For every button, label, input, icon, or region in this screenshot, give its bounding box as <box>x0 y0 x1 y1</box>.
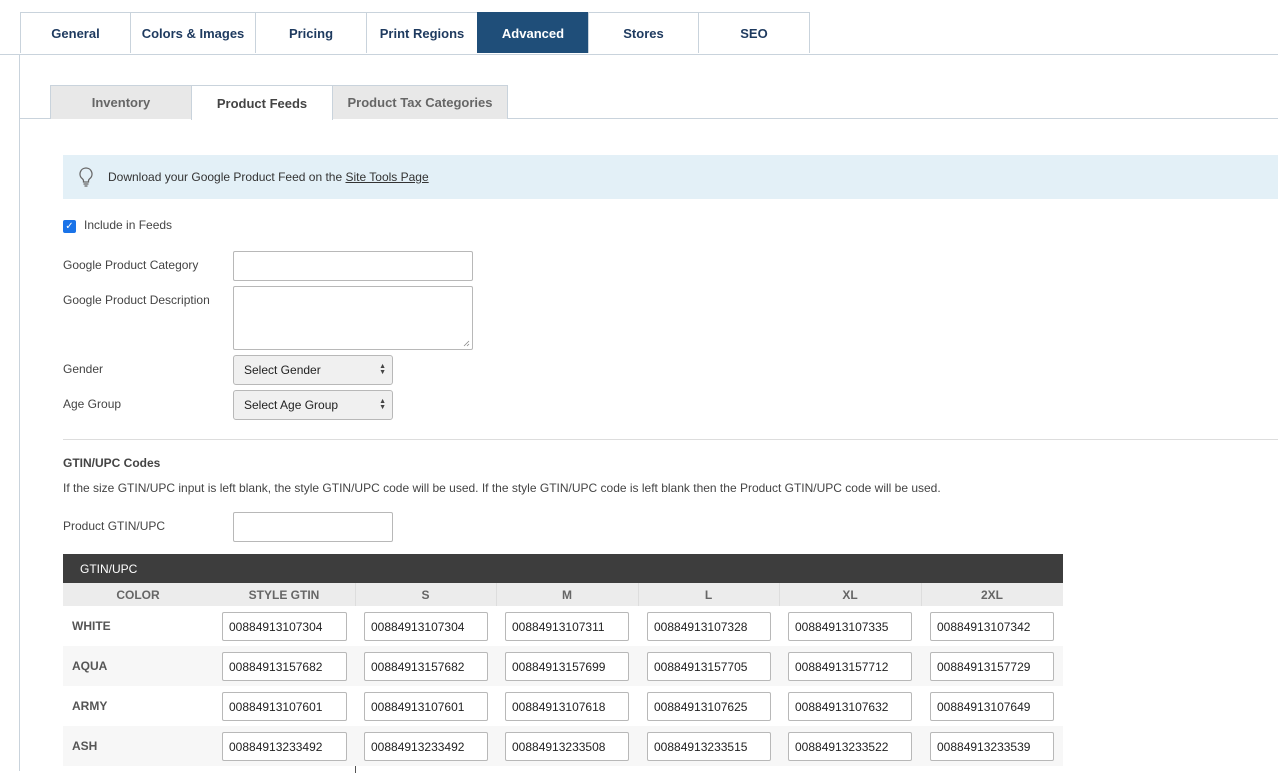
column-header: L <box>638 583 779 606</box>
tab-pricing[interactable]: Pricing <box>255 12 367 53</box>
size-gtin-input[interactable]: 00884913157712 <box>788 652 912 681</box>
column-divider <box>355 583 356 606</box>
column-divider <box>638 583 639 606</box>
row-color-name: ASH <box>72 739 98 753</box>
table-row: ARMY 00884913107601 00884913107601 00884913… <box>63 686 1063 726</box>
tab-print-regions[interactable]: Print Regions <box>366 12 478 53</box>
size-gtin-input[interactable]: 00884913107649 <box>930 692 1054 721</box>
include-in-feeds-label: Include in Feeds <box>84 218 173 232</box>
tab-colors-images[interactable]: Colors & Images <box>130 12 256 53</box>
select-arrows-icon: ▲ ▼ <box>379 363 386 376</box>
size-gtin-input[interactable]: 00884913233515 <box>647 732 771 761</box>
subtab-product-feeds[interactable]: Product Feeds <box>191 85 333 120</box>
gender-label: Gender <box>63 362 104 376</box>
style-gtin-input[interactable]: 00884913107304 <box>222 612 347 641</box>
section-divider <box>63 439 1278 440</box>
product-gtin-input[interactable] <box>233 512 393 542</box>
age-group-select-value: Select Age Group <box>244 398 339 412</box>
size-gtin-input[interactable]: 00884913157699 <box>505 652 629 681</box>
column-header: M <box>496 583 638 606</box>
row-color-name: AQUA <box>72 659 108 673</box>
subtab-product-tax-categories[interactable]: Product Tax Categories <box>332 85 508 119</box>
include-in-feeds-checkbox[interactable]: ✓ <box>63 220 76 233</box>
select-arrows-icon: ▲ ▼ <box>379 398 386 411</box>
size-gtin-input[interactable]: 00884913107342 <box>930 612 1054 641</box>
style-gtin-input[interactable]: 00884913157682 <box>222 652 347 681</box>
site-tools-link[interactable]: Site Tools Page <box>345 170 428 184</box>
size-gtin-input[interactable]: 00884913157682 <box>364 652 488 681</box>
gender-select[interactable]: Select Gender ▲ ▼ <box>233 355 393 385</box>
size-gtin-input[interactable]: 00884913233522 <box>788 732 912 761</box>
row-color-name: WHITE <box>72 619 111 633</box>
size-gtin-input[interactable]: 00884913157729 <box>930 652 1054 681</box>
age-group-select[interactable]: Select Age Group ▲ ▼ <box>233 390 393 420</box>
size-gtin-input[interactable]: 00884913107618 <box>505 692 629 721</box>
size-gtin-input[interactable]: 00884913107632 <box>788 692 912 721</box>
google-product-description-label: Google Product Description <box>63 293 210 307</box>
row-color-name: ARMY <box>72 699 108 713</box>
column-header: STYLE GTIN <box>213 583 355 606</box>
style-gtin-input[interactable]: 00884913233492 <box>222 732 347 761</box>
lightbulb-icon <box>77 166 95 188</box>
size-gtin-input[interactable]: 00884913107311 <box>505 612 629 641</box>
size-gtin-input[interactable]: 00884913157705 <box>647 652 771 681</box>
table-row: ASH 00884913233492 00884913233492 008849132… <box>63 726 1063 766</box>
column-header: COLOR <box>63 583 213 606</box>
tab-stores[interactable]: Stores <box>588 12 699 53</box>
column-header: XL <box>779 583 921 606</box>
resize-handle-icon[interactable] <box>463 340 470 347</box>
age-group-label: Age Group <box>63 397 122 411</box>
size-gtin-input[interactable]: 00884913233492 <box>364 732 488 761</box>
gender-select-value: Select Gender <box>244 363 321 377</box>
gtin-grid: GTIN/UPC COLOR STYLE GTIN S M L XL 2XL WHITE 008… <box>63 554 1063 773</box>
table-row: AQUA 00884913157682 00884913157682 00884913… <box>63 646 1063 686</box>
info-banner: Download your Google Product Feed on the… <box>63 155 1278 199</box>
size-gtin-input[interactable]: 00884913107625 <box>647 692 771 721</box>
gtin-section-heading: GTIN/UPC Codes <box>63 456 161 470</box>
tab-general[interactable]: General <box>20 12 131 53</box>
google-product-description-textarea[interactable] <box>233 286 473 350</box>
size-gtin-input[interactable]: 00884913107601 <box>364 692 488 721</box>
tab-advanced[interactable]: Advanced <box>477 12 589 53</box>
gtin-section-description: If the size GTIN/UPC input is left blank… <box>63 481 941 495</box>
size-gtin-input[interactable]: 00884913233508 <box>505 732 629 761</box>
panel-border <box>19 54 20 771</box>
size-gtin-input[interactable]: 00884913107335 <box>788 612 912 641</box>
info-text: Download your Google Product Feed on the… <box>108 170 429 184</box>
column-divider <box>779 583 780 606</box>
table-row: WHITE 00884913107304 00884913107304 0088491… <box>63 606 1063 646</box>
size-gtin-input[interactable]: 00884913107304 <box>364 612 488 641</box>
gtin-grid-title: GTIN/UPC <box>63 554 1063 583</box>
tab-seo[interactable]: SEO <box>698 12 810 53</box>
google-product-category-label: Google Product Category <box>63 258 199 272</box>
column-header: S <box>355 583 496 606</box>
column-header: 2XL <box>921 583 1063 606</box>
column-divider <box>921 583 922 606</box>
size-gtin-input[interactable]: 00884913233539 <box>930 732 1054 761</box>
product-gtin-label: Product GTIN/UPC <box>63 519 166 533</box>
subtab-inventory[interactable]: Inventory <box>50 85 192 119</box>
size-gtin-input[interactable]: 00884913107328 <box>647 612 771 641</box>
google-product-category-input[interactable] <box>233 251 473 281</box>
main-tab-bar: General Colors & Images Pricing Print Re… <box>0 0 1278 55</box>
style-gtin-input[interactable]: 00884913107601 <box>222 692 347 721</box>
column-divider <box>496 583 497 606</box>
